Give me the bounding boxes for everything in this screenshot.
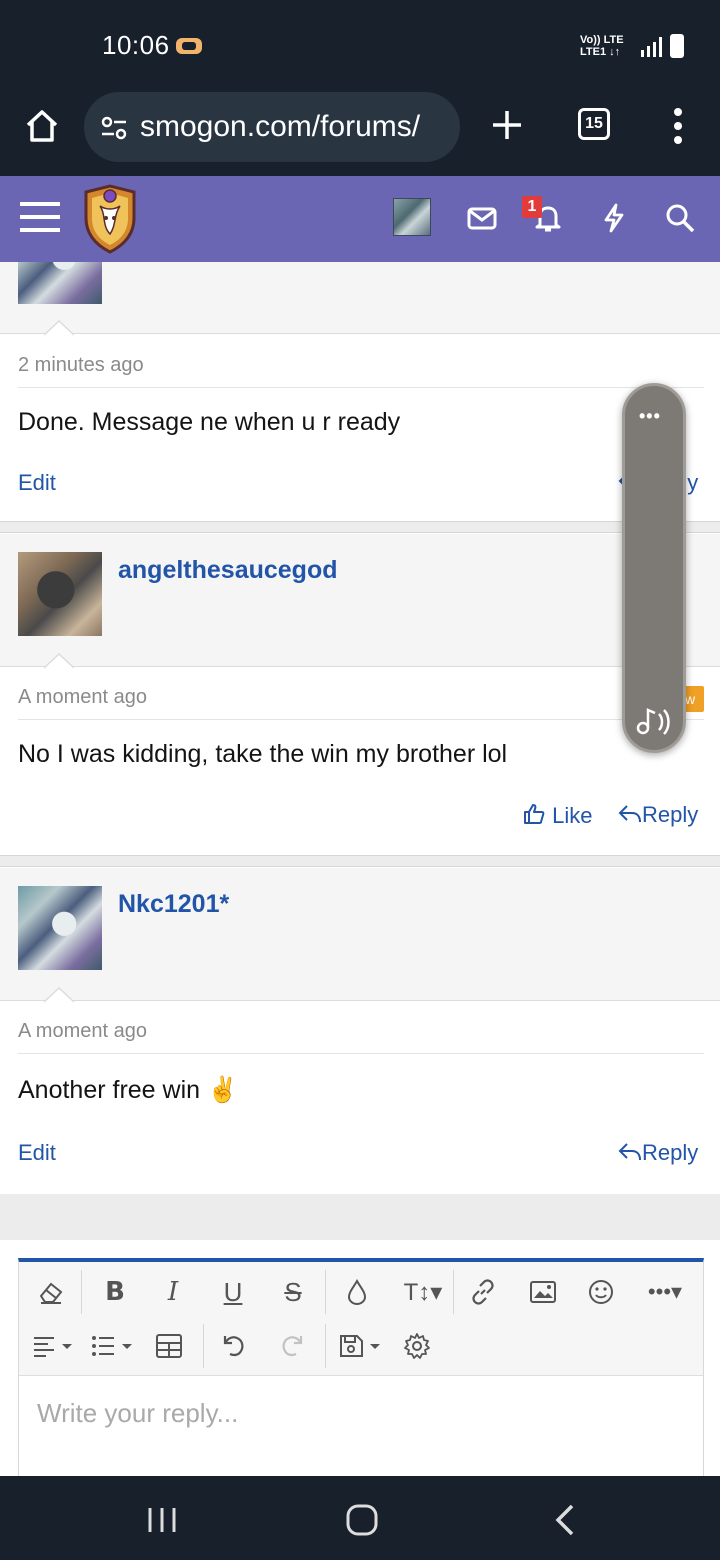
- new-tab-icon[interactable]: [490, 108, 524, 142]
- post-user-header: angelthesaucegod: [0, 534, 720, 667]
- status-bar: 10:06 Vo)) LTE LTE1 ↓↑: [0, 0, 720, 90]
- recent-apps-icon[interactable]: [142, 1500, 182, 1540]
- reply-editor: B I U S T↕▾ •••▾ Write your reply...: [18, 1258, 704, 1476]
- italic-icon[interactable]: I: [153, 1272, 193, 1312]
- image-icon[interactable]: [523, 1272, 563, 1312]
- account-avatar[interactable]: [393, 198, 431, 236]
- redo-icon[interactable]: [273, 1326, 313, 1366]
- notification-app-icon: [176, 38, 202, 54]
- post-body: No I was kidding, take the win my brothe…: [18, 740, 508, 768]
- network-indicator: Vo)) LTE LTE1 ↓↑: [580, 34, 624, 58]
- system-nav-bar: [0, 1476, 720, 1560]
- text-color-icon[interactable]: [337, 1272, 377, 1312]
- thumbs-up-icon: [524, 804, 545, 824]
- divider: [18, 1053, 704, 1054]
- clear-formatting-icon[interactable]: [31, 1272, 71, 1312]
- browser-toolbar: smogon.com/forums/ 15: [0, 90, 720, 176]
- divider: [18, 719, 704, 720]
- thread-content: 2 minutes ago Done. Message ne when u r …: [0, 262, 720, 1476]
- address-bar[interactable]: smogon.com/forums/: [84, 92, 460, 162]
- post-separator: [0, 521, 720, 533]
- undo-icon[interactable]: [213, 1326, 253, 1366]
- panel-menu-icon[interactable]: •••: [639, 406, 661, 427]
- edit-link[interactable]: Edit: [18, 470, 56, 496]
- more-options-icon[interactable]: [666, 106, 690, 146]
- url-text: smogon.com/forums/: [140, 110, 421, 143]
- post-body: Done. Message ne when u r ready: [18, 408, 401, 436]
- post-pointer-arrow: [44, 987, 74, 1003]
- post-timestamp[interactable]: 2 minutes ago: [18, 354, 144, 377]
- more-options-dropdown-icon[interactable]: •••▾: [639, 1272, 691, 1312]
- settings-gear-icon[interactable]: [397, 1326, 437, 1366]
- align-dropdown-icon[interactable]: [29, 1326, 79, 1366]
- link-icon[interactable]: [463, 1272, 503, 1312]
- whats-new-bolt-icon[interactable]: [598, 202, 630, 234]
- tab-switcher-button[interactable]: 15: [578, 108, 610, 140]
- post-pointer-arrow: [44, 653, 74, 669]
- edit-link[interactable]: Edit: [18, 1140, 56, 1166]
- post-timestamp[interactable]: A moment ago: [18, 686, 147, 709]
- reply-icon: [618, 1143, 641, 1161]
- emoji-icon[interactable]: [581, 1272, 621, 1312]
- divider: [18, 387, 704, 388]
- underline-icon[interactable]: U: [213, 1272, 253, 1312]
- username-link[interactable]: Nkc1201*: [118, 890, 229, 919]
- site-header: 1: [0, 176, 720, 262]
- reply-link[interactable]: Reply: [618, 1140, 698, 1166]
- sound-icon[interactable]: [635, 704, 677, 738]
- toolbar-divider: [203, 1324, 204, 1368]
- table-icon[interactable]: [149, 1326, 189, 1366]
- avatar[interactable]: [18, 552, 102, 636]
- battery-icon: [670, 34, 684, 58]
- font-size-icon[interactable]: T↕▾: [395, 1272, 451, 1312]
- reply-input[interactable]: Write your reply...: [37, 1398, 238, 1429]
- username-link[interactable]: angelthesaucegod: [118, 556, 338, 585]
- bold-icon[interactable]: B: [95, 1272, 135, 1312]
- search-icon[interactable]: [664, 202, 696, 234]
- home-nav-icon[interactable]: [342, 1500, 382, 1540]
- hamburger-menu-icon[interactable]: [20, 200, 60, 234]
- toolbar-divider: [81, 1270, 82, 1314]
- post-separator: [0, 855, 720, 867]
- list-dropdown-icon[interactable]: [87, 1326, 139, 1366]
- toolbar-divider: [325, 1270, 326, 1314]
- notification-badge: 1: [522, 196, 542, 218]
- post-timestamp[interactable]: A moment ago: [18, 1020, 147, 1043]
- back-icon[interactable]: [546, 1500, 586, 1540]
- avatar[interactable]: [18, 262, 102, 304]
- home-icon[interactable]: [24, 108, 60, 144]
- editor-toolbar: B I U S T↕▾ •••▾: [19, 1262, 703, 1376]
- reply-link[interactable]: Reply: [618, 802, 698, 828]
- toolbar-divider: [325, 1324, 326, 1368]
- avatar[interactable]: [18, 886, 102, 970]
- drafts-dropdown-icon[interactable]: [335, 1326, 387, 1366]
- strikethrough-icon[interactable]: S: [273, 1272, 313, 1312]
- smogon-logo[interactable]: [80, 184, 140, 254]
- status-time: 10:06: [102, 30, 170, 60]
- reply-icon: [618, 805, 641, 823]
- post-body: Another free win ✌️: [18, 1076, 239, 1104]
- signal-icon: [641, 37, 662, 57]
- site-settings-icon[interactable]: [100, 114, 128, 142]
- like-link[interactable]: Like: [522, 802, 592, 829]
- inbox-icon[interactable]: [466, 202, 498, 234]
- post-user-header: [0, 262, 720, 334]
- floating-edge-panel[interactable]: •••: [622, 383, 686, 753]
- post-user-header: Nkc1201*: [0, 868, 720, 1001]
- quick-reply-section: [0, 1194, 720, 1240]
- toolbar-divider: [453, 1270, 454, 1314]
- post-pointer-arrow: [44, 320, 74, 336]
